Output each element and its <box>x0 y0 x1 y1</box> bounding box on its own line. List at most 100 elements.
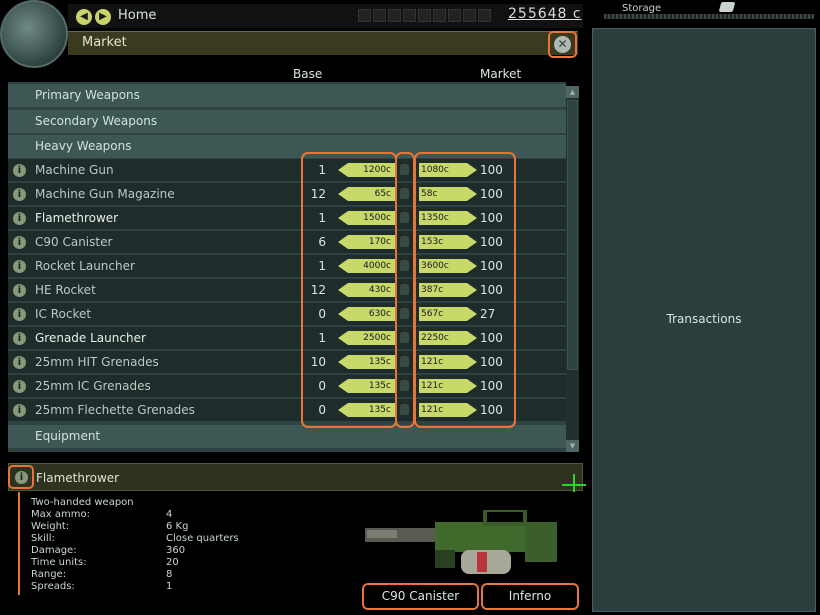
scrollbar-thumb[interactable] <box>567 100 578 370</box>
slot-icon[interactable] <box>388 9 401 22</box>
buy-price-button[interactable]: 121c <box>419 403 477 417</box>
info-icon[interactable]: i <box>13 188 26 201</box>
lock-icon[interactable] <box>400 308 409 319</box>
buy-price-button[interactable]: 3600c <box>419 259 477 273</box>
category-secondary-weapons[interactable]: Secondary Weapons <box>8 110 566 133</box>
sell-price-button[interactable]: 1200c <box>338 163 396 177</box>
item-row[interactable]: i 25mm Flechette Grenades 0 135c 121c 10… <box>8 399 566 422</box>
stat-value: Close quarters <box>166 533 239 544</box>
column-header-base: Base <box>293 67 323 81</box>
buy-price-button[interactable]: 1080c <box>419 163 477 177</box>
lock-icon[interactable] <box>400 284 409 295</box>
info-icon[interactable]: i <box>13 212 26 225</box>
item-market-qty: 100 <box>480 235 503 249</box>
category-heavy-weapons[interactable]: Heavy Weapons <box>8 135 566 158</box>
back-arrow-icon[interactable]: ◀ <box>76 9 92 25</box>
item-row[interactable]: i Machine Gun Magazine 12 65c 58c 100 <box>8 183 566 206</box>
item-row[interactable]: i IC Rocket 0 630c 567c 27 <box>8 303 566 326</box>
lock-icon[interactable] <box>400 404 409 415</box>
lock-icon[interactable] <box>400 332 409 343</box>
item-name: Rocket Launcher <box>35 259 135 273</box>
slot-icon[interactable] <box>448 9 461 22</box>
sell-price-button[interactable]: 135c <box>338 403 396 417</box>
slot-icon[interactable] <box>478 9 491 22</box>
globe-icon[interactable] <box>0 0 68 68</box>
item-base-qty: 0 <box>318 307 326 321</box>
item-row[interactable]: i Grenade Launcher 1 2500c 2250c 100 <box>8 327 566 350</box>
item-market-qty: 100 <box>480 331 503 345</box>
forward-arrow-icon[interactable]: ▶ <box>95 9 111 25</box>
stat-value: 360 <box>166 545 186 556</box>
lock-icon[interactable] <box>400 260 409 271</box>
category-primary-weapons[interactable]: Primary Weapons <box>8 84 566 107</box>
lock-icon[interactable] <box>400 380 409 391</box>
ammo-inferno-button[interactable]: Inferno <box>481 583 579 610</box>
close-button[interactable]: ✕ <box>548 31 577 58</box>
info-icon[interactable]: i <box>13 308 26 321</box>
slot-icon[interactable] <box>373 9 386 22</box>
sell-price-button[interactable]: 170c <box>338 235 396 249</box>
ammo-c90-canister-button[interactable]: C90 Canister <box>362 583 479 610</box>
info-icon[interactable]: i <box>13 332 26 345</box>
info-icon[interactable]: i <box>13 260 26 273</box>
sell-price-button[interactable]: 135c <box>338 355 396 369</box>
sell-price-button[interactable]: 1500c <box>338 211 396 225</box>
info-icon[interactable]: i <box>13 404 26 417</box>
close-icon: ✕ <box>554 36 571 53</box>
item-row[interactable]: i 25mm HIT Grenades 10 135c 121c 100 <box>8 351 566 374</box>
item-row[interactable]: i 25mm IC Grenades 0 135c 121c 100 <box>8 375 566 398</box>
lock-icon[interactable] <box>400 164 409 175</box>
scroll-down-icon[interactable]: ▼ <box>566 440 579 452</box>
sell-price-button[interactable]: 430c <box>338 283 396 297</box>
item-row[interactable]: i Rocket Launcher 1 4000c 3600c 100 <box>8 255 566 278</box>
sell-price-button[interactable]: 2500c <box>338 331 396 345</box>
sell-price-button[interactable]: 65c <box>338 187 396 201</box>
info-icon[interactable]: i <box>13 164 26 177</box>
slot-icon[interactable] <box>403 9 416 22</box>
item-base-qty: 12 <box>310 283 326 297</box>
scroll-up-icon[interactable]: ▲ <box>566 86 579 98</box>
sell-price-button[interactable]: 4000c <box>338 259 396 273</box>
detail-info-button[interactable]: i <box>8 465 34 489</box>
info-icon[interactable]: i <box>13 356 26 369</box>
buy-price-button[interactable]: 121c <box>419 379 477 393</box>
buy-price-button[interactable]: 121c <box>419 355 477 369</box>
lock-icon[interactable] <box>400 188 409 199</box>
home-label[interactable]: Home <box>118 8 156 23</box>
item-row[interactable]: i Machine Gun 1 1200c 1080c 100 <box>8 159 566 182</box>
item-name: HE Rocket <box>35 283 96 297</box>
storage-knob-icon[interactable] <box>718 2 736 12</box>
sell-price-button[interactable]: 630c <box>338 307 396 321</box>
item-row[interactable]: i Flamethrower 1 1500c 1350c 100 <box>8 207 566 230</box>
item-market-qty: 100 <box>480 379 503 393</box>
slot-icon[interactable] <box>463 9 476 22</box>
info-icon[interactable]: i <box>13 380 26 393</box>
lock-icon[interactable] <box>400 236 409 247</box>
buy-price-button[interactable]: 1350c <box>419 211 477 225</box>
item-row[interactable]: i C90 Canister 6 170c 153c 100 <box>8 231 566 254</box>
item-base-qty: 0 <box>318 379 326 393</box>
sell-price-button[interactable]: 135c <box>338 379 396 393</box>
storage-bar <box>604 14 814 19</box>
buy-price-button[interactable]: 567c <box>419 307 477 321</box>
buy-price-button[interactable]: 58c <box>419 187 477 201</box>
buy-price-button[interactable]: 2250c <box>419 331 477 345</box>
slot-icon[interactable] <box>358 9 371 22</box>
item-name: IC Rocket <box>35 307 92 321</box>
item-name: C90 Canister <box>35 235 113 249</box>
slot-icon[interactable] <box>433 9 446 22</box>
stat-label: Max ammo: <box>31 509 90 520</box>
item-base-qty: 1 <box>318 163 326 177</box>
info-icon[interactable]: i <box>13 236 26 249</box>
category-equipment[interactable]: Equipment <box>8 425 566 448</box>
lock-icon[interactable] <box>400 356 409 367</box>
buy-price-button[interactable]: 153c <box>419 235 477 249</box>
lock-icon[interactable] <box>400 212 409 223</box>
buy-price-button[interactable]: 387c <box>419 283 477 297</box>
item-row[interactable]: i HE Rocket 12 430c 387c 100 <box>8 279 566 302</box>
transactions-label: Transactions <box>666 312 742 326</box>
item-base-qty: 12 <box>310 187 326 201</box>
detail-item-name: Flamethrower <box>36 471 120 485</box>
info-icon[interactable]: i <box>13 284 26 297</box>
slot-icon[interactable] <box>418 9 431 22</box>
